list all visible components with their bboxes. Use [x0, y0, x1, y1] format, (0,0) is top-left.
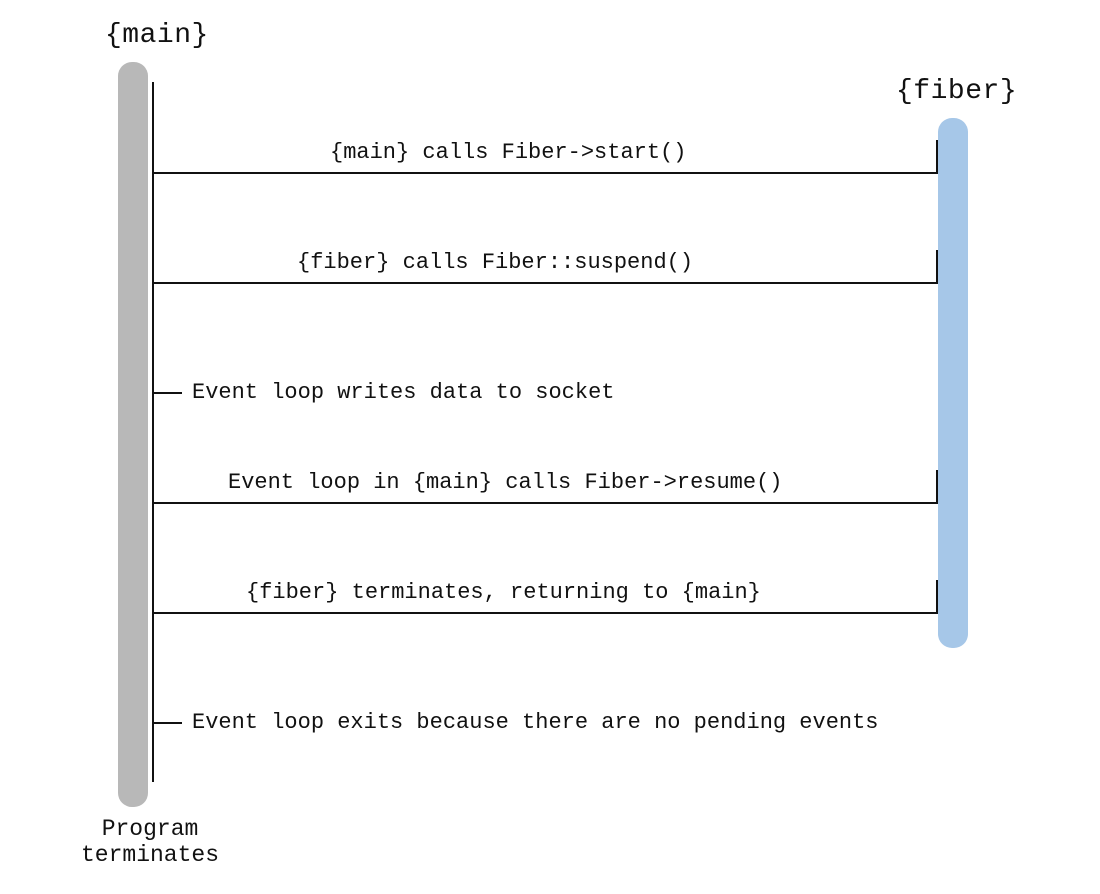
fiber-lifeline-bar — [938, 118, 968, 648]
msg1-label: {main} calls Fiber->start() — [330, 140, 686, 165]
msg4-vto-fiber — [936, 470, 938, 504]
msg6-tick — [152, 722, 182, 724]
main-timeline — [152, 82, 154, 782]
msg5-vfrom-fiber — [936, 580, 938, 614]
msg4-label: Event loop in {main} calls Fiber->resume… — [228, 470, 783, 495]
main-title: {main} — [105, 20, 209, 51]
msg4-hline — [152, 502, 938, 504]
program-terminates-label: Program terminates — [70, 816, 230, 868]
msg2-hline — [152, 282, 938, 284]
fiber-title: {fiber} — [896, 76, 1017, 107]
main-lifeline-bar — [118, 62, 148, 807]
msg2-label: {fiber} calls Fiber::suspend() — [297, 250, 693, 275]
msg1-vdrop — [936, 140, 938, 174]
msg2-vfrom-fiber — [936, 250, 938, 284]
msg5-hline — [152, 612, 938, 614]
msg3-label: Event loop writes data to socket — [192, 380, 614, 405]
sequence-diagram: {main} {fiber} {main} calls Fiber->start… — [0, 0, 1100, 894]
msg3-tick — [152, 392, 182, 394]
msg6-label: Event loop exits because there are no pe… — [192, 710, 879, 735]
msg1-hline — [152, 172, 938, 174]
msg5-label: {fiber} terminates, returning to {main} — [246, 580, 761, 605]
